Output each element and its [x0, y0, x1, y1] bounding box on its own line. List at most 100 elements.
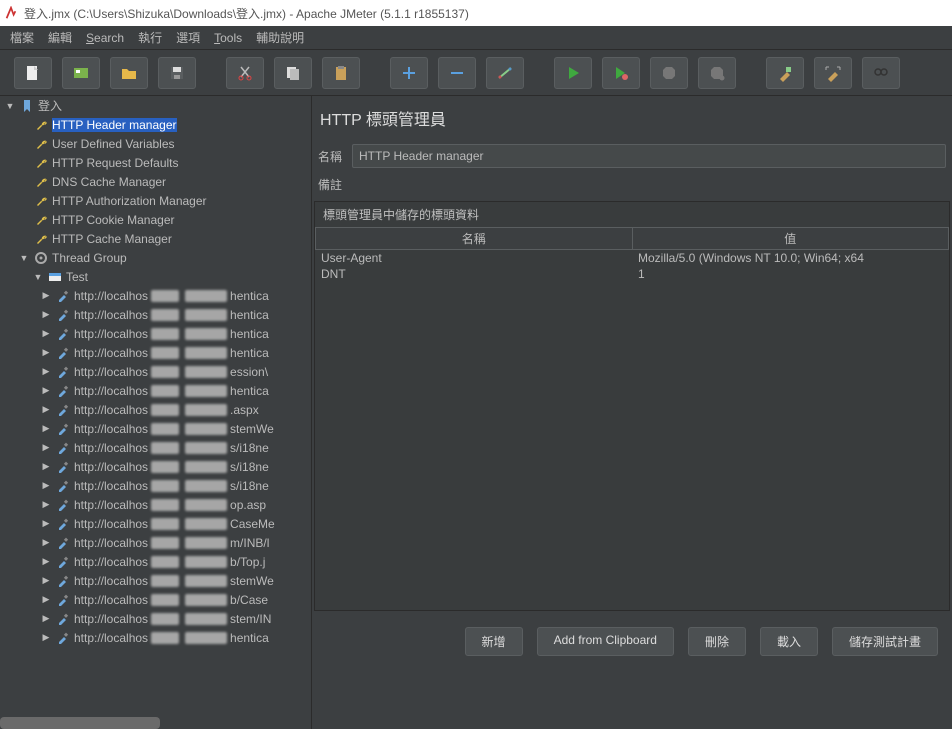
tree-sampler-item[interactable]: ▶http://localhosb/Top.j: [0, 552, 311, 571]
cell-value[interactable]: 1: [632, 266, 949, 282]
toggle-icon[interactable]: ▶: [40, 366, 52, 377]
tree-sampler-item[interactable]: ▶http://localhoss/i18ne: [0, 476, 311, 495]
tree-config-item[interactable]: HTTP Header manager: [0, 115, 311, 134]
tree-sampler-item[interactable]: ▶http://localhosstemWe: [0, 419, 311, 438]
wrench-icon: [33, 117, 49, 133]
add-button[interactable]: 新增: [465, 627, 523, 656]
new-button[interactable]: [14, 57, 52, 89]
menu-search[interactable]: Search: [86, 31, 124, 45]
tree-sampler-item[interactable]: ▶http://localhosb/Case: [0, 590, 311, 609]
toggle-icon[interactable]: ▶: [40, 461, 52, 472]
cut-button[interactable]: [226, 57, 264, 89]
toggle-icon[interactable]: ▶: [40, 442, 52, 453]
expand-button[interactable]: [390, 57, 428, 89]
toggle-icon[interactable]: ▶: [40, 594, 52, 605]
toggle-icon[interactable]: ▶: [40, 309, 52, 320]
sampler-icon: [55, 364, 71, 380]
open-button[interactable]: [110, 57, 148, 89]
tree-sampler-item[interactable]: ▶http://localhoshentica: [0, 324, 311, 343]
toggle-icon[interactable]: ▶: [40, 518, 52, 529]
toggle-icon[interactable]: ▶: [40, 556, 52, 567]
sampler-label: http://localhosstemWe: [74, 574, 274, 588]
sampler-label: http://localhosop.asp: [74, 498, 266, 512]
clear-all-button[interactable]: [814, 57, 852, 89]
tree-sampler-item[interactable]: ▶ http://localhosstemWe: [0, 571, 311, 590]
menu-run[interactable]: 執行: [138, 29, 162, 46]
tree-sampler-item[interactable]: ▶http://localhosCaseMe: [0, 514, 311, 533]
toggle-button[interactable]: [486, 57, 524, 89]
tree-sampler-item[interactable]: ▶ http://localhosop.asp: [0, 495, 311, 514]
col-value[interactable]: 值: [633, 228, 949, 249]
tree-config-item[interactable]: DNS Cache Manager: [0, 172, 311, 191]
tree-config-item[interactable]: HTTP Authorization Manager: [0, 191, 311, 210]
paste-button[interactable]: [322, 57, 360, 89]
shutdown-button[interactable]: [698, 57, 736, 89]
toggle-icon[interactable]: ▶: [40, 480, 52, 491]
menu-options[interactable]: 選項: [176, 29, 200, 46]
tree-sampler-item[interactable]: ▶http://localhoshentica: [0, 381, 311, 400]
col-name[interactable]: 名稱: [316, 228, 633, 249]
save-plan-button[interactable]: 儲存測試計畫: [832, 627, 938, 656]
cell-name[interactable]: User-Agent: [315, 250, 632, 266]
tree-config-item[interactable]: HTTP Cookie Manager: [0, 210, 311, 229]
tree-sampler-item[interactable]: ▶http://localhos.aspx: [0, 400, 311, 419]
toggle-icon[interactable]: ▶: [40, 499, 52, 510]
delete-button[interactable]: 刪除: [688, 627, 746, 656]
table-body[interactable]: User-AgentMozilla/5.0 (Windows NT 10.0; …: [315, 250, 949, 610]
start-button[interactable]: [554, 57, 592, 89]
tree-sampler-item[interactable]: ▶http://localhoss/i18ne: [0, 438, 311, 457]
cell-name[interactable]: DNT: [315, 266, 632, 282]
menu-edit[interactable]: 編輯: [48, 29, 72, 46]
comment-label: 備註: [318, 176, 352, 193]
menu-tools[interactable]: Tools: [214, 31, 242, 45]
clear-button[interactable]: [766, 57, 804, 89]
tree-sampler-item[interactable]: ▶http://localhosstem/IN: [0, 609, 311, 628]
toggle-icon[interactable]: ▶: [40, 404, 52, 415]
add-clipboard-button[interactable]: Add from Clipboard: [537, 627, 674, 656]
toggle-icon[interactable]: ▶: [40, 347, 52, 358]
toggle-icon[interactable]: ▶: [40, 632, 52, 643]
toggle-icon[interactable]: ▶: [40, 613, 52, 624]
tree-sampler-item[interactable]: ▶http://localhoshentica: [0, 305, 311, 324]
toggle-icon[interactable]: ▼: [32, 272, 44, 282]
menu-help[interactable]: 輔助說明: [256, 29, 304, 46]
horizontal-scrollbar[interactable]: [0, 717, 160, 729]
tree-sampler-item[interactable]: ▶http://localhosm/INB/l: [0, 533, 311, 552]
tree-sampler-item[interactable]: ▶http://localhoss/i18ne: [0, 457, 311, 476]
tree-sampler-item[interactable]: ▶http://localhoshentica: [0, 628, 311, 647]
toggle-icon[interactable]: ▼: [4, 101, 16, 111]
tree-root[interactable]: ▼ 登入: [0, 96, 311, 115]
table-row[interactable]: DNT1: [315, 266, 949, 282]
editor-panel: HTTP 標頭管理員 名稱 備註 標頭管理員中儲存的標頭資料 名稱 值 User…: [312, 96, 952, 729]
tree-config-item[interactable]: HTTP Request Defaults: [0, 153, 311, 172]
tree-controller[interactable]: ▼ Test: [0, 267, 311, 286]
toggle-icon[interactable]: ▼: [18, 253, 30, 263]
toggle-icon[interactable]: ▶: [40, 328, 52, 339]
start-no-pause-button[interactable]: [602, 57, 640, 89]
controller-icon: [47, 269, 63, 285]
tree-sampler-item[interactable]: ▶http://localhosession\: [0, 362, 311, 381]
tree-sampler-item[interactable]: ▶http://localhoshentica: [0, 343, 311, 362]
toggle-icon[interactable]: ▶: [40, 537, 52, 548]
tree-panel[interactable]: ▼ 登入 HTTP Header managerUser Defined Var…: [0, 96, 312, 729]
templates-button[interactable]: [62, 57, 100, 89]
copy-button[interactable]: [274, 57, 312, 89]
toggle-icon[interactable]: ▶: [40, 290, 52, 301]
menu-file[interactable]: 檔案: [10, 29, 34, 46]
collapse-button[interactable]: [438, 57, 476, 89]
table-row[interactable]: User-AgentMozilla/5.0 (Windows NT 10.0; …: [315, 250, 949, 266]
save-button[interactable]: [158, 57, 196, 89]
tree-config-item[interactable]: User Defined Variables: [0, 134, 311, 153]
tree-sampler-item[interactable]: ▶http://localhoshentica: [0, 286, 311, 305]
cell-value[interactable]: Mozilla/5.0 (Windows NT 10.0; Win64; x64: [632, 250, 949, 266]
stop-button[interactable]: [650, 57, 688, 89]
toggle-icon[interactable]: ▶: [40, 575, 52, 586]
toggle-icon[interactable]: ▶: [40, 423, 52, 434]
load-button[interactable]: 載入: [760, 627, 818, 656]
name-input[interactable]: [352, 144, 946, 168]
tree-config-item[interactable]: HTTP Cache Manager: [0, 229, 311, 248]
tree-root-label: 登入: [38, 97, 62, 114]
search-button[interactable]: [862, 57, 900, 89]
tree-thread-group[interactable]: ▼ Thread Group: [0, 248, 311, 267]
toggle-icon[interactable]: ▶: [40, 385, 52, 396]
